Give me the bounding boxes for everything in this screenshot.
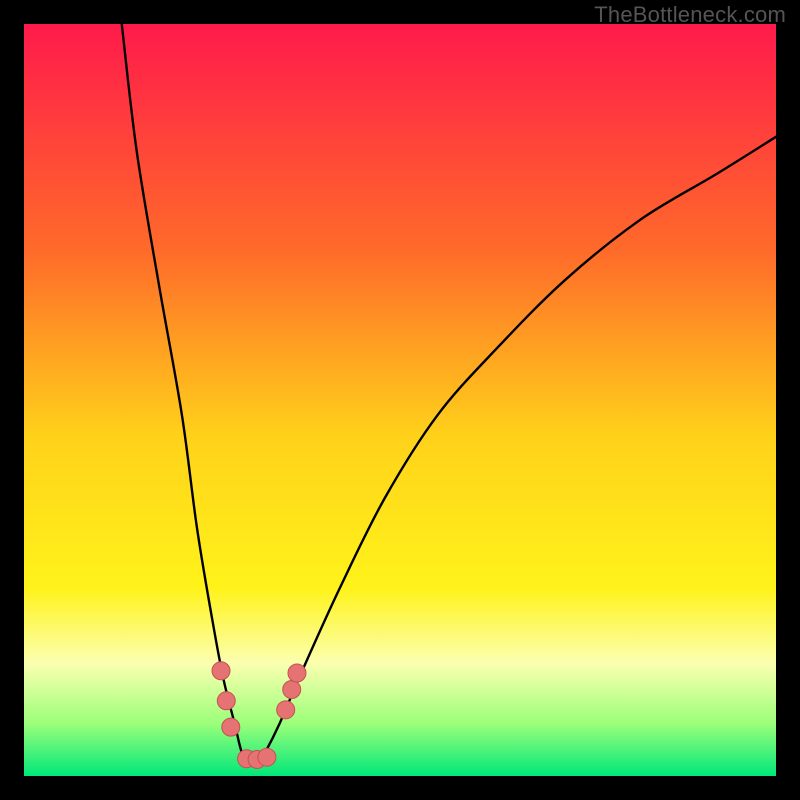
data-marker <box>283 681 301 699</box>
data-marker <box>288 664 306 682</box>
gradient-background <box>24 24 776 776</box>
data-marker <box>258 748 276 766</box>
data-marker <box>212 662 230 680</box>
chart-canvas <box>24 24 776 776</box>
chart-frame <box>24 24 776 776</box>
data-marker <box>222 718 240 736</box>
data-marker <box>217 692 235 710</box>
data-marker <box>277 701 295 719</box>
watermark-text: TheBottleneck.com <box>594 2 786 28</box>
